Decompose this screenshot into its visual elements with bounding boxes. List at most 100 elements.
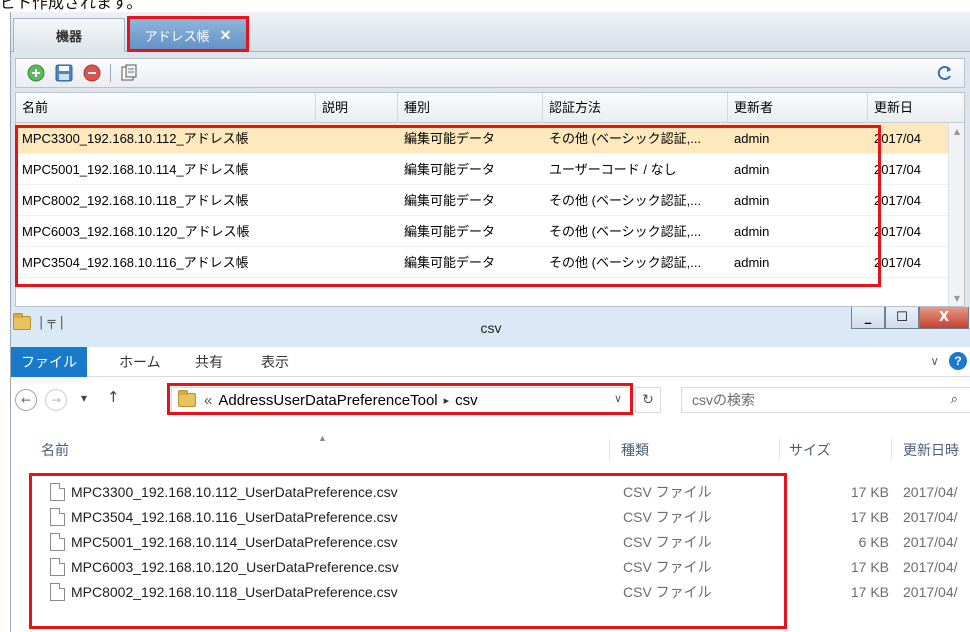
file-size: 17 KB bbox=[850, 484, 889, 500]
file-icon bbox=[50, 558, 65, 576]
file-name: MPC5001_192.168.10.114_UserDataPreferenc… bbox=[71, 534, 398, 550]
cell-updater: admin bbox=[734, 193, 770, 208]
delete-icon[interactable] bbox=[82, 63, 102, 83]
col-header-description[interactable]: 説明 bbox=[316, 93, 398, 123]
col-header-file-name[interactable]: 名前 bbox=[41, 435, 69, 465]
breadcrumb-overflow[interactable]: « bbox=[204, 392, 212, 409]
ribbon-file-tab[interactable]: ファイル bbox=[11, 347, 87, 377]
ribbon-home-tab[interactable]: ホーム bbox=[119, 347, 161, 377]
cell-updated: 2017/04 bbox=[874, 162, 921, 177]
ribbon-expand-icon[interactable]: ∨ bbox=[930, 354, 939, 368]
explorer-window: | ╤ | csv _ ☐ X ファイル ホーム 共有 表示 ∨ ? ← → ▾… bbox=[10, 307, 970, 632]
file-list-item[interactable]: MPC3504_192.168.10.116_UserDataPreferenc… bbox=[11, 505, 970, 530]
app-toolbar bbox=[15, 58, 965, 88]
cell-updated: 2017/04 bbox=[874, 131, 921, 146]
add-icon[interactable] bbox=[26, 63, 46, 83]
cell-auth: その他 (ベーシック認証,... bbox=[549, 193, 702, 208]
minimize-button[interactable]: _ bbox=[851, 307, 885, 329]
column-divider[interactable] bbox=[609, 439, 610, 461]
col-header-auth[interactable]: 認証方法 bbox=[543, 93, 728, 123]
file-icon bbox=[50, 583, 65, 601]
file-size: 17 KB bbox=[850, 509, 889, 525]
file-date: 2017/04/ bbox=[903, 584, 958, 600]
file-type: CSV ファイル bbox=[623, 534, 712, 550]
breadcrumb-chevron-icon[interactable]: ▸ bbox=[444, 394, 450, 407]
sort-ascending-icon: ▲ bbox=[318, 433, 327, 443]
ribbon-view-tab[interactable]: 表示 bbox=[261, 347, 289, 377]
cell-name: MPC3300_192.168.10.112_アドレス帳 bbox=[22, 131, 249, 146]
cell-name: MPC6003_192.168.10.120_アドレス帳 bbox=[22, 224, 250, 239]
ribbon-share-tab[interactable]: 共有 bbox=[195, 347, 223, 377]
app-tab-strip: 機器 アドレス帳 ✕ bbox=[11, 12, 970, 52]
window-title: csv bbox=[480, 320, 502, 336]
file-list-item[interactable]: MPC3300_192.168.10.112_UserDataPreferenc… bbox=[11, 480, 970, 505]
col-header-file-type[interactable]: 種類 bbox=[621, 435, 649, 465]
col-header-updater[interactable]: 更新者 bbox=[728, 93, 868, 123]
tab-devices-label: 機器 bbox=[55, 29, 82, 44]
file-size: 17 KB bbox=[850, 584, 889, 600]
cell-description bbox=[316, 154, 398, 185]
address-bar-row: ← → ▾ ↑ « AddressUserDataPreferenceTool … bbox=[11, 383, 970, 417]
help-icon[interactable]: ? bbox=[949, 352, 967, 370]
back-icon[interactable]: ← bbox=[15, 389, 37, 411]
table-scrollbar[interactable]: ▲ ▼ bbox=[948, 123, 964, 306]
refresh-button[interactable]: ↻ bbox=[635, 387, 661, 413]
file-list-item[interactable]: MPC5001_192.168.10.114_UserDataPreferenc… bbox=[11, 530, 970, 555]
export-icon[interactable] bbox=[119, 63, 139, 83]
col-header-file-date[interactable]: 更新日時 bbox=[903, 435, 959, 465]
column-divider[interactable] bbox=[891, 439, 892, 461]
cell-description bbox=[316, 216, 398, 247]
file-date: 2017/04/ bbox=[903, 559, 958, 575]
address-book-table: 名前 説明 種別 認証方法 更新者 更新日 MPC3300_192.168.10… bbox=[15, 92, 965, 307]
file-name: MPC3504_192.168.10.116_UserDataPreferenc… bbox=[71, 509, 398, 525]
col-header-kind[interactable]: 種別 bbox=[398, 93, 543, 123]
maximize-button[interactable]: ☐ bbox=[885, 307, 919, 329]
col-header-updated[interactable]: 更新日 bbox=[868, 93, 964, 123]
table-row[interactable]: MPC3300_192.168.10.112_アドレス帳 編集可能データ その他… bbox=[16, 123, 964, 154]
cell-updater: admin bbox=[734, 255, 770, 270]
address-dropdown-icon[interactable]: ∨ bbox=[614, 392, 622, 405]
file-list-item[interactable]: MPC8002_192.168.10.118_UserDataPreferenc… bbox=[11, 580, 970, 605]
cell-updated: 2017/04 bbox=[874, 224, 921, 239]
table-row[interactable]: MPC5001_192.168.10.114_アドレス帳 編集可能データ ユーザ… bbox=[16, 154, 964, 185]
cell-name: MPC8002_192.168.10.118_アドレス帳 bbox=[22, 193, 249, 208]
forward-icon[interactable]: → bbox=[45, 389, 67, 411]
search-icon[interactable]: ⌕ bbox=[951, 391, 958, 407]
address-bar[interactable]: « AddressUserDataPreferenceTool ▸ csv ∨ bbox=[171, 387, 631, 413]
scroll-down-icon[interactable]: ▼ bbox=[952, 294, 962, 304]
caption-text: ビト作成されます。 bbox=[0, 0, 143, 12]
column-divider[interactable] bbox=[779, 439, 780, 461]
cell-updater: admin bbox=[734, 131, 770, 146]
tab-address-book[interactable]: アドレス帳 ✕ bbox=[129, 18, 247, 52]
table-row[interactable]: MPC8002_192.168.10.118_アドレス帳 編集可能データ その他… bbox=[16, 185, 964, 216]
table-row[interactable]: MPC6003_192.168.10.120_アドレス帳 編集可能データ その他… bbox=[16, 216, 964, 247]
file-type: CSV ファイル bbox=[623, 509, 712, 525]
file-date: 2017/04/ bbox=[903, 509, 958, 525]
up-icon[interactable]: ↑ bbox=[107, 388, 120, 406]
cell-auth: その他 (ベーシック認証,... bbox=[549, 255, 702, 270]
cell-auth: ユーザーコード / なし bbox=[549, 162, 677, 177]
save-icon[interactable] bbox=[54, 63, 74, 83]
scroll-up-icon[interactable]: ▲ bbox=[952, 127, 962, 137]
cell-description bbox=[316, 247, 398, 278]
col-header-file-size[interactable]: サイズ bbox=[789, 435, 831, 465]
col-header-name[interactable]: 名前 bbox=[16, 93, 316, 123]
close-button[interactable]: X bbox=[919, 307, 969, 329]
tab-close-icon[interactable]: ✕ bbox=[220, 27, 232, 44]
search-input[interactable]: csvの検索 ⌕ bbox=[681, 387, 970, 413]
file-type: CSV ファイル bbox=[623, 584, 712, 600]
tab-devices[interactable]: 機器 bbox=[13, 18, 125, 52]
ribbon-tabs: ファイル ホーム 共有 表示 ∨ ? bbox=[11, 347, 970, 377]
file-date: 2017/04/ bbox=[903, 534, 958, 550]
breadcrumb-current[interactable]: csv bbox=[455, 392, 478, 409]
file-list-item[interactable]: MPC6003_192.168.10.120_UserDataPreferenc… bbox=[11, 555, 970, 580]
refresh-icon[interactable] bbox=[934, 62, 956, 84]
table-row[interactable]: MPC3504_192.168.10.116_アドレス帳 編集可能データ その他… bbox=[16, 247, 964, 278]
search-placeholder: csvの検索 bbox=[692, 392, 755, 408]
table-header: 名前 説明 種別 認証方法 更新者 更新日 bbox=[16, 93, 964, 123]
cell-updater: admin bbox=[734, 224, 770, 239]
cell-kind: 編集可能データ bbox=[404, 131, 496, 146]
cell-updater: admin bbox=[734, 162, 770, 177]
breadcrumb-parent[interactable]: AddressUserDataPreferenceTool bbox=[218, 392, 437, 409]
recent-locations-icon[interactable]: ▾ bbox=[81, 391, 87, 405]
